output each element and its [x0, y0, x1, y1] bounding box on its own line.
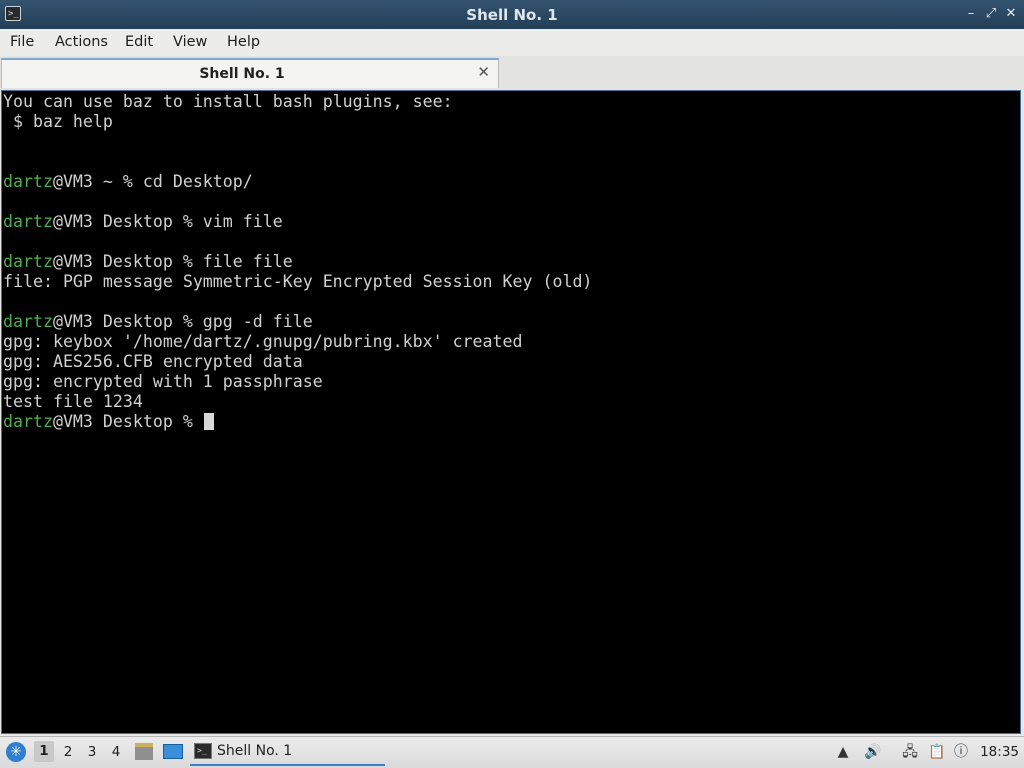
menu-file[interactable]: File — [10, 34, 34, 50]
terminal-text: file: PGP message Symmetric-Key Encrypte… — [3, 272, 593, 291]
tab-bar: Shell No. 1 ✕ — [0, 56, 1024, 90]
terminal-text: @VM3 ~ % cd Desktop/ — [52, 172, 253, 191]
desktop-2-button[interactable]: 2 — [58, 744, 78, 760]
terminal-line: dartz@VM3 Desktop % file file — [3, 252, 293, 272]
terminal-output[interactable]: You can use baz to install bash plugins,… — [1, 90, 1021, 734]
terminal-line: gpg: encrypted with 1 passphrase — [3, 372, 323, 392]
title-bar[interactable]: >_ Shell No. 1 – ⤢ ✕ — [0, 0, 1024, 29]
terminal-cursor — [203, 413, 214, 430]
terminal-line: test file 1234 — [3, 392, 143, 412]
terminal-line: dartz@VM3 Desktop % vim file — [3, 212, 283, 232]
clock[interactable]: 18:35 — [980, 744, 1019, 760]
update-icon[interactable]: ▲ — [835, 744, 851, 760]
terminal-text: $ baz help — [3, 112, 113, 131]
window-title: Shell No. 1 — [466, 6, 558, 24]
terminal-line: dartz@VM3 ~ % cd Desktop/ — [3, 172, 253, 192]
desktop-1-button[interactable]: 1 — [34, 741, 54, 762]
prompt-username: dartz — [3, 212, 53, 231]
menu-edit[interactable]: Edit — [125, 34, 153, 50]
terminal-line: dartz@VM3 Desktop % gpg -d file — [3, 312, 313, 332]
volume-icon[interactable]: 🔊 — [864, 744, 881, 760]
network-icon[interactable]: 🖧 — [902, 744, 918, 760]
taskbar-task-shell[interactable]: >_ Shell No. 1 — [190, 739, 385, 766]
terminal-line: dartz@VM3 Desktop % — [3, 412, 214, 432]
restore-button[interactable]: ⤢ — [983, 6, 999, 22]
terminal-text: @VM3 Desktop % gpg -d file — [52, 312, 313, 331]
prompt-username: dartz — [3, 312, 53, 331]
terminal-task-icon: >_ — [194, 743, 212, 759]
terminal-line: gpg: AES256.CFB encrypted data — [3, 352, 303, 372]
terminal-text: @VM3 Desktop % vim file — [52, 212, 283, 231]
tab-label: Shell No. 1 — [199, 66, 285, 82]
show-desktop-icon[interactable] — [163, 744, 183, 759]
terminal-text: gpg: keybox '/home/dartz/.gnupg/pubring.… — [3, 332, 523, 351]
menu-view[interactable]: View — [173, 34, 207, 50]
notification-icon[interactable]: ⓘ — [953, 744, 969, 760]
clipboard-icon[interactable]: 📋 — [928, 744, 945, 760]
terminal-line: You can use baz to install bash plugins,… — [3, 92, 453, 112]
terminal-text: @VM3 Desktop % file file — [52, 252, 293, 271]
terminal-window: >_ Shell No. 1 – ⤢ ✕ File Actions Edit V… — [0, 0, 1024, 736]
desktop-4-button[interactable]: 4 — [106, 744, 126, 760]
terminal-line: $ baz help — [3, 112, 113, 132]
terminal-text: gpg: AES256.CFB encrypted data — [3, 352, 303, 371]
tab-shell-1[interactable]: Shell No. 1 ✕ — [1, 58, 499, 88]
menu-help[interactable]: Help — [227, 34, 260, 50]
taskbar: ✳ 1 2 3 4 >_ Shell No. 1 ▲ 🔊 🖧 📋 ⓘ 18:35 — [0, 736, 1024, 768]
minimize-button[interactable]: – — [963, 6, 979, 22]
prompt-username: dartz — [3, 252, 53, 271]
desktop-3-button[interactable]: 3 — [82, 744, 102, 760]
prompt-username: dartz — [3, 172, 53, 191]
prompt-username: dartz — [3, 412, 53, 431]
terminal-text: @VM3 Desktop % — [52, 412, 203, 431]
file-manager-icon[interactable] — [135, 743, 153, 760]
menu-bar: File Actions Edit View Help — [0, 29, 1024, 56]
terminal-line: gpg: keybox '/home/dartz/.gnupg/pubring.… — [3, 332, 523, 352]
menu-logo-icon[interactable]: ✳ — [6, 742, 26, 762]
tab-close-icon[interactable]: ✕ — [477, 63, 490, 81]
terminal-line: file: PGP message Symmetric-Key Encrypte… — [3, 272, 592, 292]
terminal-text: gpg: encrypted with 1 passphrase — [3, 372, 323, 391]
task-label: Shell No. 1 — [217, 743, 293, 759]
terminal-text: test file 1234 — [3, 392, 143, 411]
terminal-text: You can use baz to install bash plugins,… — [3, 92, 453, 111]
close-button[interactable]: ✕ — [1003, 6, 1019, 22]
menu-actions[interactable]: Actions — [55, 34, 108, 50]
